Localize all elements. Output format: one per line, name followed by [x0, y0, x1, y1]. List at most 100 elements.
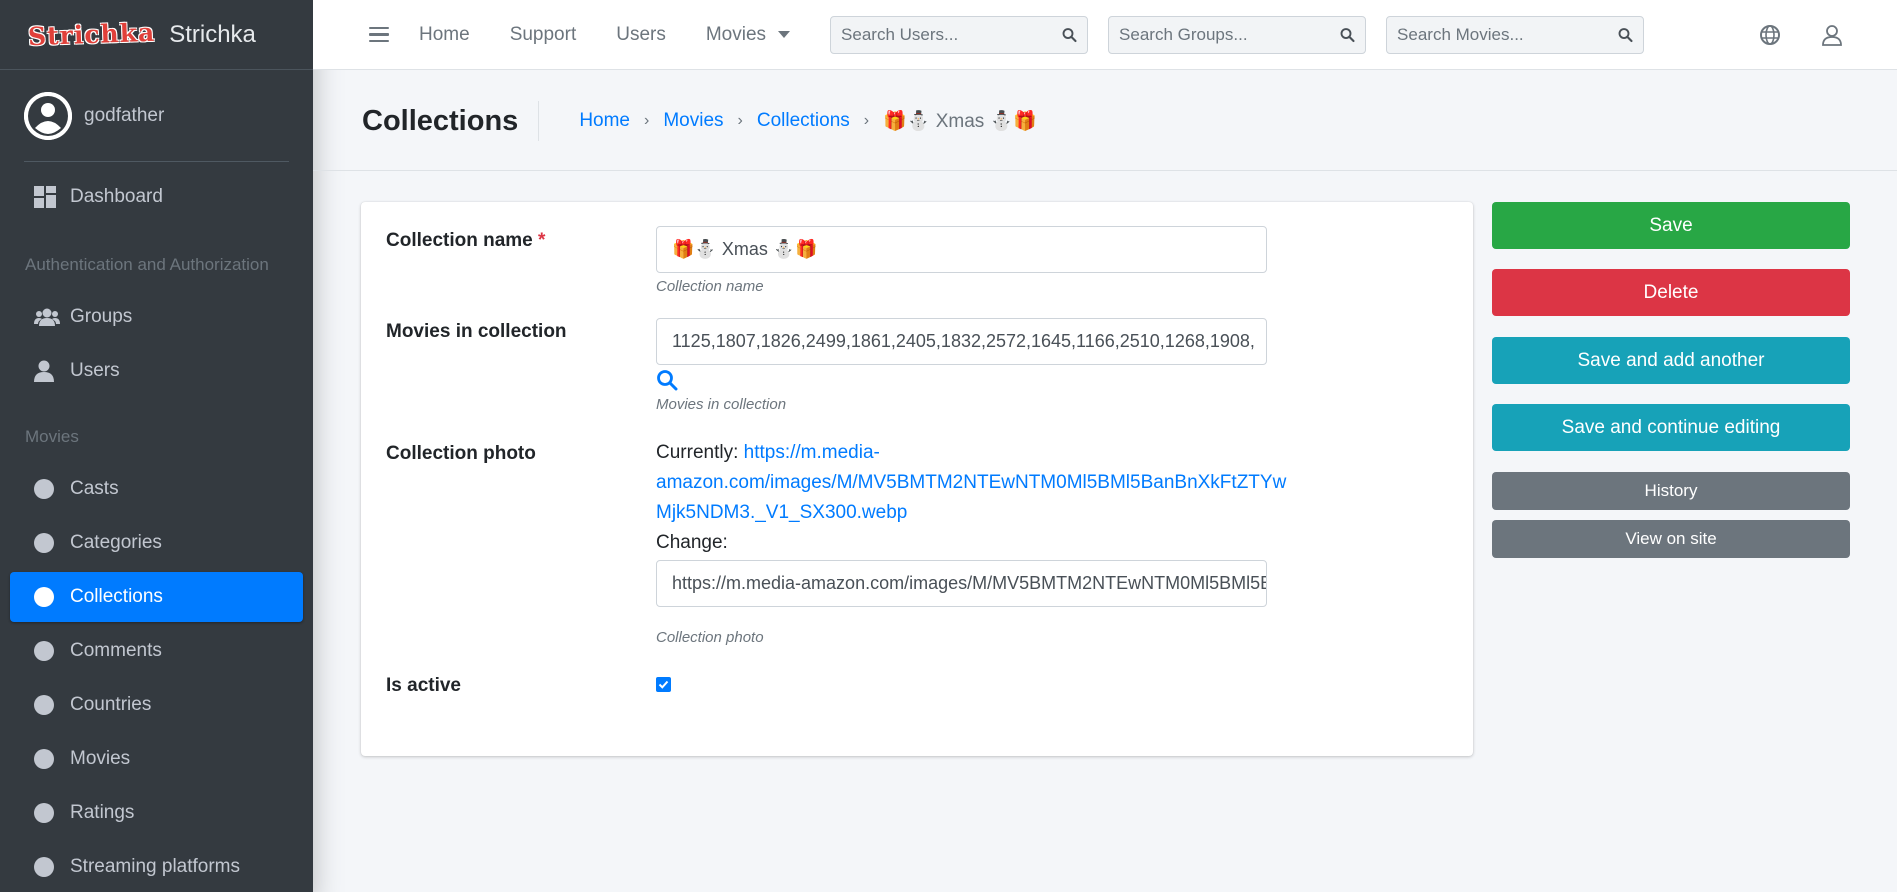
search-movies: [1386, 15, 1645, 54]
top-nav: Home Support Users Movies: [399, 24, 810, 46]
sidebar-item-label: Dashboard: [70, 186, 163, 207]
circle-icon: [34, 479, 70, 499]
breadcrumb-separator-icon: ›: [737, 112, 743, 129]
sidebar-item-label: Comments: [70, 640, 162, 661]
required-mark: *: [538, 230, 546, 251]
collection-form-card: Collection name * 🎁⛄ Xmas ⛄🎁 Collection …: [361, 202, 1473, 756]
save-and-add-another-button[interactable]: Save and add another: [1492, 337, 1850, 384]
content-header: Collections Home › Movies › Collections …: [362, 95, 1037, 147]
sidebar-item-label: Countries: [70, 694, 152, 715]
topnav-movies-dropdown[interactable]: Movies: [686, 24, 810, 46]
checkmark-icon: [658, 680, 669, 689]
search-users-input[interactable]: [841, 24, 1063, 45]
save-button[interactable]: Save: [1492, 202, 1850, 249]
dashboard-icon: [34, 186, 70, 208]
sidebar-item-collections[interactable]: Collections: [10, 572, 303, 622]
users-group-icon: [34, 307, 70, 327]
is-active-field: [656, 677, 671, 692]
search-movies-input[interactable]: [1397, 24, 1619, 45]
collection-name-help: Collection name: [656, 278, 764, 295]
sidebar-item-label: Users: [70, 360, 120, 381]
nav-header-movies: Movies: [25, 427, 79, 446]
sidebar-item-comments[interactable]: Comments: [10, 626, 303, 676]
collection-photo-help: Collection photo: [656, 629, 764, 646]
lookup-search-icon[interactable]: [656, 369, 678, 391]
search-icon[interactable]: [1618, 26, 1633, 44]
circle-icon: [34, 803, 70, 823]
sidebar-item-label: Movies: [70, 748, 131, 769]
movies-in-collection-label: Movies in collection: [386, 321, 567, 342]
user-menu-icon[interactable]: [1821, 24, 1843, 46]
collection-photo-input[interactable]: https://m.media-amazon.com/images/M/MV5B…: [656, 560, 1267, 607]
sidebar-item-label: Casts: [70, 478, 119, 499]
topnav-support-link[interactable]: Support: [490, 24, 597, 46]
breadcrumb: Home › Movies › Collections › 🎁⛄ Xmas ⛄🎁: [579, 109, 1037, 133]
sidebar-item-label: Categories: [70, 532, 162, 553]
history-button[interactable]: History: [1492, 472, 1850, 510]
delete-button[interactable]: Delete: [1492, 269, 1850, 316]
sidebar-item-groups[interactable]: Groups: [10, 292, 303, 342]
top-right-icons: [1759, 24, 1843, 46]
collection-name-input[interactable]: 🎁⛄ Xmas ⛄🎁: [656, 226, 1267, 273]
brand-logo: Strichka: [27, 17, 156, 52]
view-on-site-button[interactable]: View on site: [1492, 520, 1850, 558]
breadcrumb-collections[interactable]: Collections: [757, 110, 850, 132]
breadcrumb-separator-icon: ›: [644, 112, 650, 129]
hamburger-menu-icon[interactable]: [369, 26, 389, 43]
globe-icon[interactable]: [1759, 24, 1781, 46]
photo-url-line3: Mjk5NDM3._V1_SX300.webp: [656, 502, 908, 523]
collection-photo-field: Currently: https://m.media-amazon.com/im…: [656, 438, 1286, 646]
movies-in-collection-input[interactable]: 1125,1807,1826,2499,1861,2405,1832,2572,…: [656, 318, 1267, 365]
search-icon[interactable]: [1062, 26, 1077, 44]
circle-icon: [34, 587, 70, 607]
photo-url-link[interactable]: https://m.media-amazon.com/images/M/MV5B…: [656, 442, 1286, 523]
collection-name-label-text: Collection name: [386, 230, 533, 251]
sidebar-item-categories[interactable]: Categories: [10, 518, 303, 568]
circle-icon: [34, 533, 70, 553]
topbar: Home Support Users Movies: [313, 0, 1897, 70]
circle-icon: [34, 695, 70, 715]
sidebar-item-movies[interactable]: Movies: [10, 734, 303, 784]
circle-icon: [34, 641, 70, 661]
collection-name-field: 🎁⛄ Xmas ⛄🎁 Collection name: [656, 226, 1267, 295]
currently-row: Currently: https://m.media-amazon.com/im…: [656, 438, 1286, 528]
breadcrumb-separator-icon: ›: [863, 112, 870, 129]
search-groups-input[interactable]: [1119, 24, 1341, 45]
search-groups: [1108, 15, 1367, 54]
avatar: [24, 91, 72, 140]
circle-icon: [34, 857, 70, 877]
is-active-checkbox[interactable]: [656, 677, 671, 692]
is-active-label: Is active: [386, 675, 461, 696]
user-icon: [34, 360, 70, 382]
topnav-home-link[interactable]: Home: [399, 24, 490, 46]
header-divider: [313, 170, 1897, 171]
sidebar-item-ratings[interactable]: Ratings: [10, 788, 303, 838]
topnav-movies-label: Movies: [705, 23, 767, 45]
caret-down-icon: [778, 31, 791, 38]
page-title: Collections: [362, 101, 540, 141]
collection-name-label: Collection name *: [386, 230, 545, 252]
sidebar: Strichka Strichka godfather Dashboard Au…: [0, 0, 313, 892]
brand-name: Strichka: [169, 20, 256, 48]
nav-header-auth: Authentication and Authorization: [25, 255, 269, 274]
movies-in-collection-help: Movies in collection: [656, 396, 787, 413]
search-icon[interactable]: [1340, 26, 1355, 44]
user-panel[interactable]: godfather: [24, 70, 289, 162]
breadcrumb-movies[interactable]: Movies: [663, 110, 723, 132]
brand-link[interactable]: Strichka Strichka: [0, 0, 313, 70]
sidebar-item-label: Collections: [70, 586, 163, 607]
sidebar-item-dashboard[interactable]: Dashboard: [10, 172, 303, 222]
sidebar-item-users[interactable]: Users: [10, 346, 303, 396]
save-and-continue-button[interactable]: Save and continue editing: [1492, 404, 1850, 451]
circle-icon: [34, 749, 70, 769]
sidebar-item-countries[interactable]: Countries: [10, 680, 303, 730]
collection-photo-label: Collection photo: [386, 443, 536, 464]
sidebar-item-casts[interactable]: Casts: [10, 464, 303, 514]
change-label: Change:: [656, 532, 728, 553]
user-avatar-icon: [24, 91, 72, 140]
sidebar-item-streaming-platforms[interactable]: Streaming platforms: [10, 842, 303, 892]
user-name[interactable]: godfather: [84, 105, 164, 127]
photo-url-line1: https://m.media-: [743, 442, 880, 463]
breadcrumb-home[interactable]: Home: [579, 110, 630, 132]
topnav-users-link[interactable]: Users: [596, 24, 686, 46]
